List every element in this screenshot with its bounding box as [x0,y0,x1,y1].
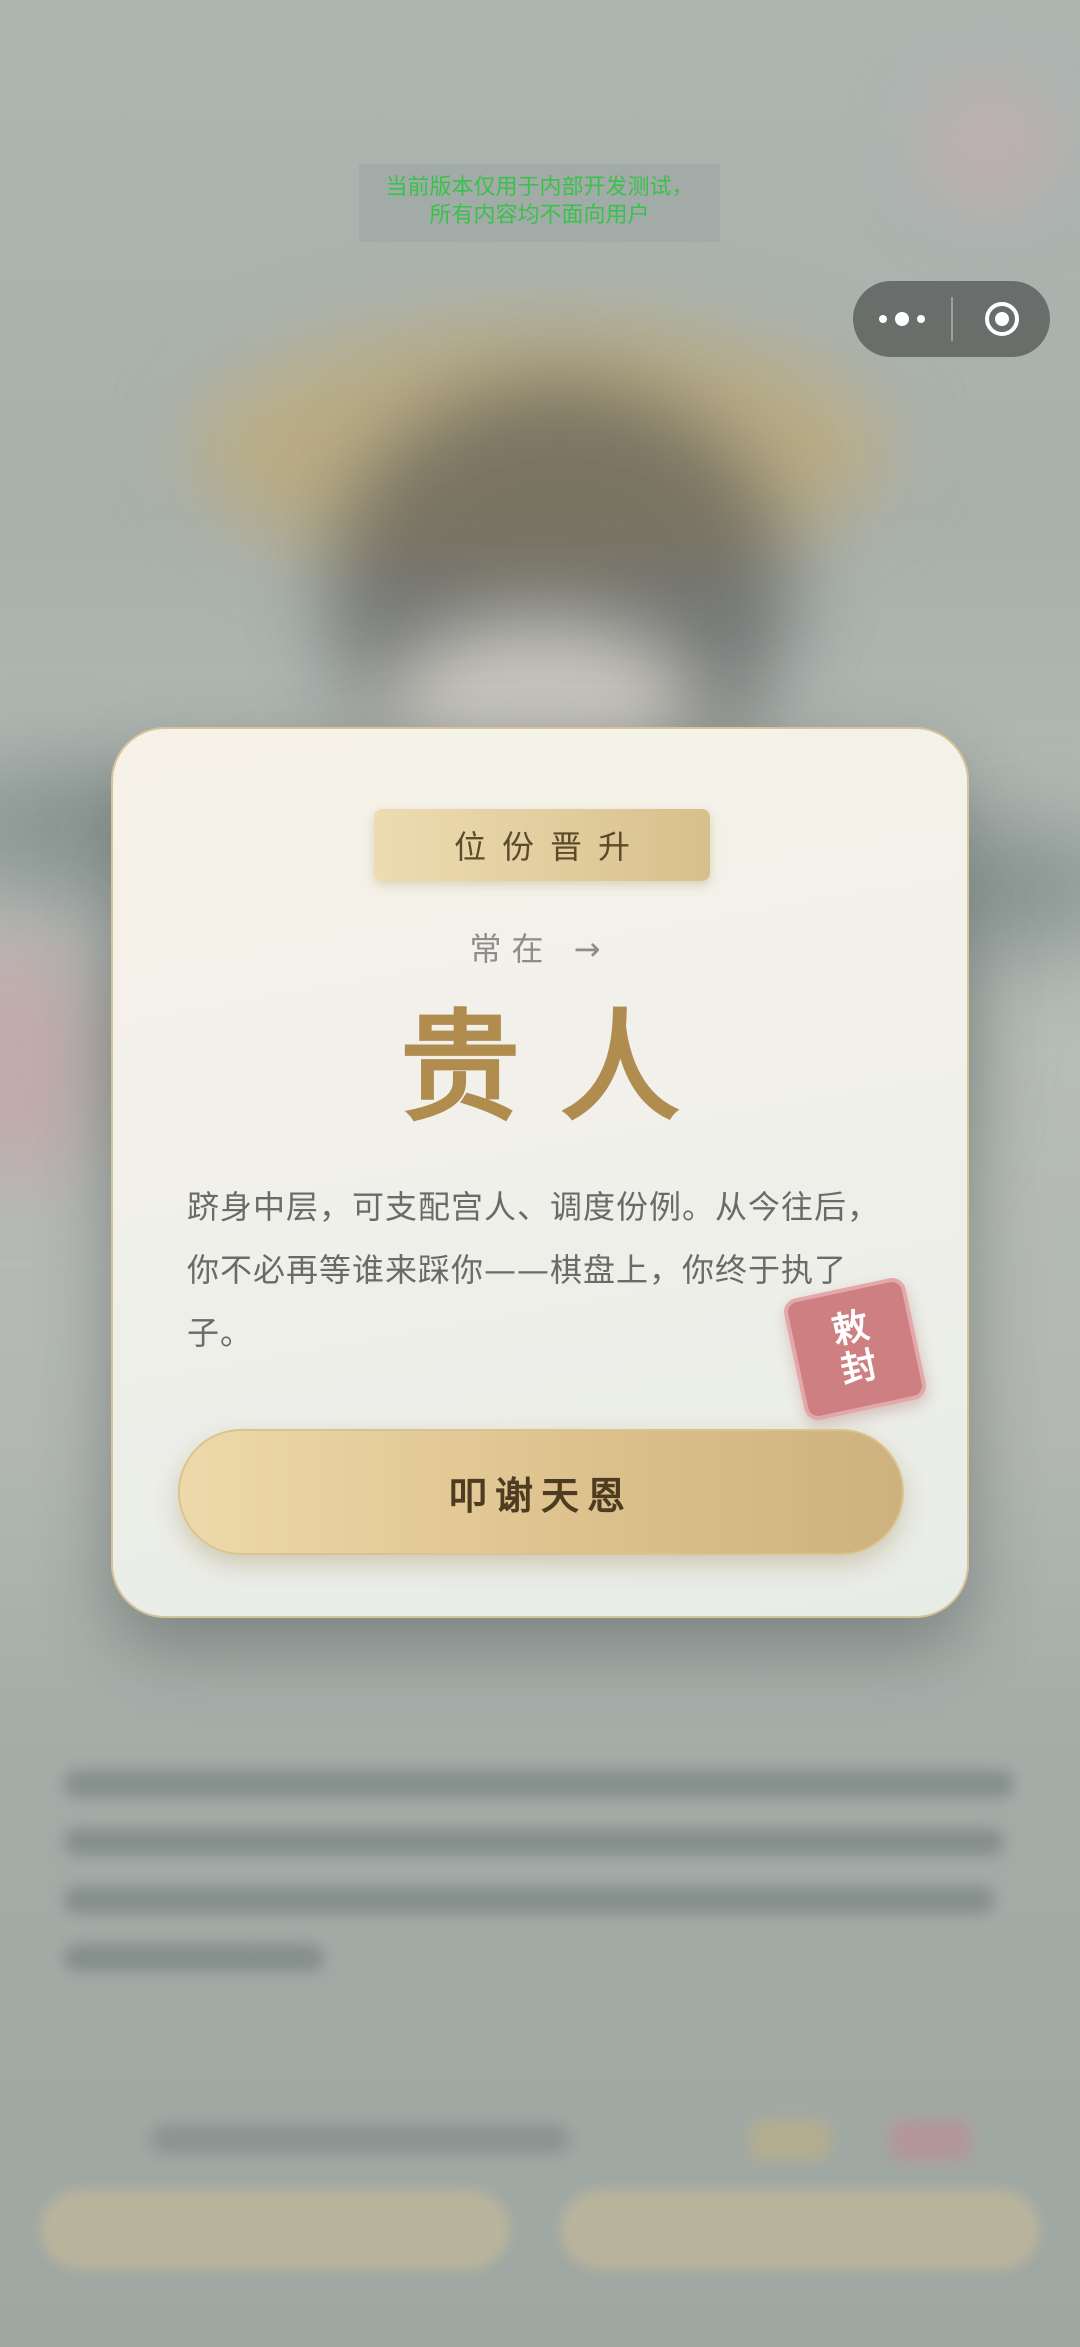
previous-rank: 常在 → [469,930,611,968]
background-action-row-blurred [0,2110,1080,2170]
promotion-badge: 位份晋升 [374,809,710,881]
background-right-button-blurred [560,2190,1040,2270]
close-target-icon [984,302,1019,336]
background-left-button-blurred [40,2190,510,2270]
dev-notice-line-2: 所有内容均不面向用户 [429,203,650,228]
dev-test-notice: 当前版本仅用于内部开发测试， 所有内容均不面向用户 [359,164,720,242]
background-flower-blur [0,930,80,1190]
new-rank-title: 贵人 [400,999,720,1138]
thank-grace-button[interactable]: 叩谢天恩 [178,1429,904,1555]
miniprogram-capsule-menu [853,281,1050,357]
imperial-seal-stamp: 敕 封 [781,1275,929,1423]
close-miniprogram-button[interactable] [953,281,1050,357]
rank-promotion-dialog: 位份晋升 常在 → 贵人 跻身中层，可支配宫人、调度份例。从今往后，你不必再等谁… [111,727,969,1618]
dev-notice-line-1: 当前版本仅用于内部开发测试， [385,175,694,200]
background-avatar-blur [930,90,1050,200]
background-story-text-blurred [40,1770,1040,2050]
more-menu-button[interactable] [853,281,951,357]
more-dots-icon [875,312,929,326]
